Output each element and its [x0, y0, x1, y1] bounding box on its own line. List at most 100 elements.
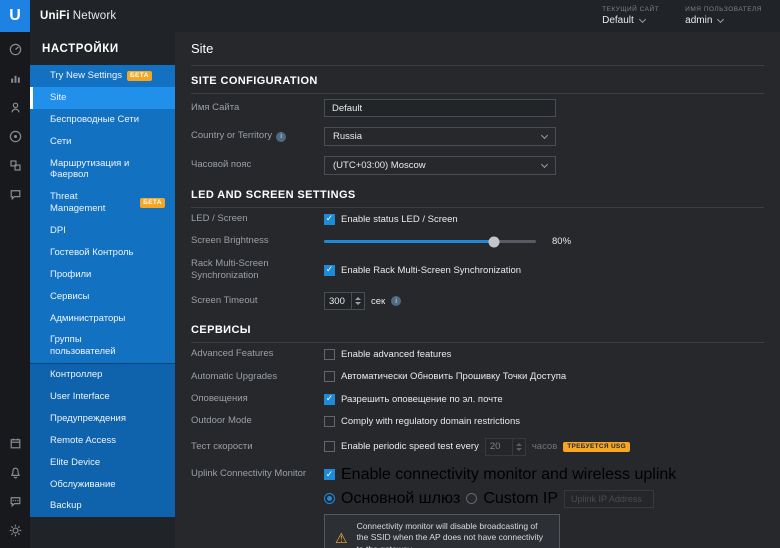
sidebar-item-dpi[interactable]: DPI — [30, 220, 175, 242]
alerts-row: Оповещения Разрешить оповещение по эл. п… — [191, 388, 764, 410]
speed-test-checkbox[interactable] — [324, 441, 335, 453]
uplink-default-gateway-radio[interactable] — [324, 493, 335, 505]
sidebar-item-user-groups[interactable]: Группы пользователей — [30, 329, 175, 363]
screen-timeout-input[interactable] — [325, 293, 351, 310]
uplink-warning-text: Connectivity monitor will disable broadc… — [356, 520, 544, 548]
unifi-network-app: U UniFi Network ТЕКУЩИЙ САЙТ Default ИМЯ … — [0, 0, 780, 548]
sidebar-item-guest-control[interactable]: Гостевой Контроль — [30, 242, 175, 264]
sidebar-item-threat-management[interactable]: Threat Management БЕТА — [30, 186, 175, 220]
advanced-features-checkbox-label: Enable advanced features — [341, 349, 452, 361]
advanced-features-label: Advanced Features — [191, 348, 274, 360]
slider-knob[interactable] — [488, 236, 500, 248]
dashboard-icon[interactable] — [7, 41, 23, 57]
timezone-label: Часовой пояс — [191, 159, 252, 171]
led-screen-checkbox-label: Enable status LED / Screen — [341, 213, 458, 225]
sidebar-item-networks[interactable]: Сети — [30, 131, 175, 153]
screen-brightness-row: Screen Brightness 80% — [191, 230, 764, 252]
sidebar-menu-controller: Контроллер User Interface Предупреждения… — [30, 363, 175, 518]
outdoor-mode-checkbox[interactable] — [324, 416, 335, 428]
advanced-features-checkbox[interactable] — [324, 349, 335, 361]
sidebar-item-remote-access[interactable]: Remote Access — [30, 430, 175, 452]
current-site-select[interactable]: ТЕКУЩИЙ САЙТ Default — [602, 6, 659, 26]
requires-usg-badge: ТРЕБУЕТСЯ USG — [563, 441, 630, 452]
country-dropdown[interactable]: Russia — [324, 127, 556, 146]
sidebar-item-notifications[interactable]: Предупреждения — [30, 408, 175, 430]
alerts-checkbox-label: Разрешить оповещение по эл. почте — [341, 393, 503, 405]
statistics-icon[interactable] — [7, 70, 23, 86]
chevron-down-icon — [540, 160, 549, 168]
alerts-checkbox[interactable] — [324, 393, 335, 405]
sidebar-item-site[interactable]: Site — [30, 86, 175, 109]
sidebar-item-try-new-settings[interactable]: Try New Settings БЕТА — [30, 65, 175, 87]
unifi-logo-letter: U — [9, 7, 21, 24]
sidebar-item-backup[interactable]: Backup — [30, 495, 175, 517]
alerts-bell-icon[interactable] — [7, 464, 23, 480]
timezone-selected-value: (UTC+03:00) Moscow — [333, 160, 426, 171]
uplink-custom-ip-radio[interactable] — [466, 493, 478, 505]
led-screen-checkbox[interactable] — [324, 213, 335, 225]
sidebar-item-label: Remote Access — [50, 434, 116, 446]
support-chat-icon[interactable] — [7, 493, 23, 509]
stepper-up-icon[interactable] — [355, 297, 361, 301]
rack-sync-checkbox[interactable] — [324, 264, 335, 276]
username-label: ИМЯ ПОЛЬЗОВАТЕЛЯ — [685, 6, 762, 13]
sidebar-item-label: Сети — [50, 135, 72, 147]
topology-icon[interactable] — [7, 157, 23, 173]
current-site-value[interactable]: Default — [602, 15, 659, 26]
automatic-upgrades-checkbox[interactable] — [324, 371, 335, 383]
speed-test-interval-input[interactable] — [485, 438, 512, 455]
sidebar-item-label: DPI — [50, 225, 66, 236]
rack-sync-checkbox-label: Enable Rack Multi-Screen Synchronization — [341, 264, 522, 276]
speed-test-row: Тест скорости Enable periodic speed test… — [191, 433, 764, 461]
info-icon[interactable] — [391, 296, 402, 307]
username-value[interactable]: admin — [685, 15, 762, 26]
sidebar-item-controller[interactable]: Контроллер — [30, 364, 175, 386]
country-selected-value: Russia — [333, 131, 363, 142]
events-icon[interactable] — [7, 435, 23, 451]
sidebar-item-wireless-networks[interactable]: Беспроводные Сети — [30, 109, 175, 131]
sidebar-item-services[interactable]: Сервисы — [30, 286, 175, 308]
current-site-label: ТЕКУЩИЙ САЙТ — [602, 6, 660, 13]
sidebar-item-routing-firewall[interactable]: Маршрутизация и Фаервол — [30, 153, 175, 187]
screen-timeout-unit: сек — [371, 295, 386, 307]
clients-icon[interactable] — [7, 99, 23, 115]
info-icon[interactable] — [276, 131, 287, 142]
devices-icon[interactable] — [7, 128, 23, 144]
stepper-arrows[interactable] — [511, 438, 525, 455]
sidebar-item-elite-device[interactable]: Elite Device — [30, 452, 175, 474]
sidebar-item-label: Гостевой Контроль — [50, 246, 134, 258]
screen-brightness-slider[interactable] — [324, 236, 536, 248]
sidebar-item-user-interface[interactable]: User Interface — [30, 386, 175, 408]
uplink-monitor-checkbox[interactable] — [324, 469, 335, 481]
uplink-default-gateway-radio-label: Основной шлюз — [341, 489, 461, 507]
speed-test-interval-stepper — [484, 437, 526, 456]
country-label: Country or Territory — [191, 130, 273, 142]
rack-sync-row: Rack Multi-Screen Synchronization Enable… — [191, 253, 764, 288]
unifi-logo[interactable]: U — [0, 0, 30, 32]
automatic-upgrades-checkbox-label: Автоматически Обновить Прошивку Точки До… — [341, 371, 567, 383]
sidebar-item-label: Обслуживание — [50, 478, 116, 490]
sidebar-item-admins[interactable]: Администраторы — [30, 308, 175, 330]
uplink-ip-input[interactable] — [564, 489, 654, 508]
sidebar-item-label: User Interface — [50, 391, 110, 402]
stepper-up-icon[interactable] — [515, 442, 522, 446]
sidebar-item-maintenance[interactable]: Обслуживание — [30, 474, 175, 496]
stepper-down-icon[interactable] — [515, 447, 522, 451]
settings-gear-icon[interactable] — [7, 522, 23, 538]
sidebar-item-label: Сервисы — [50, 290, 90, 302]
site-name-input[interactable] — [324, 99, 556, 117]
sidebar-item-profiles[interactable]: Профили — [30, 264, 175, 286]
sidebar-menu-site: Try New Settings БЕТА Site Беспроводные … — [30, 65, 175, 364]
icon-rail-top — [7, 41, 23, 202]
stepper-arrows[interactable] — [351, 293, 364, 310]
chat-icon[interactable] — [7, 186, 23, 202]
speed-test-interval-unit: часов — [531, 441, 558, 453]
stepper-down-icon[interactable] — [355, 302, 361, 306]
page-head: Site — [191, 32, 764, 66]
led-screen-label: LED / Screen — [191, 213, 248, 224]
page-title: Site — [191, 41, 214, 56]
beta-badge: БЕТА — [140, 198, 165, 209]
username-select[interactable]: ИМЯ ПОЛЬЗОВАТЕЛЯ admin — [685, 6, 762, 26]
timezone-dropdown[interactable]: (UTC+03:00) Moscow — [324, 156, 556, 175]
timezone-row: Часовой пояс (UTC+03:00) Moscow — [191, 151, 764, 180]
